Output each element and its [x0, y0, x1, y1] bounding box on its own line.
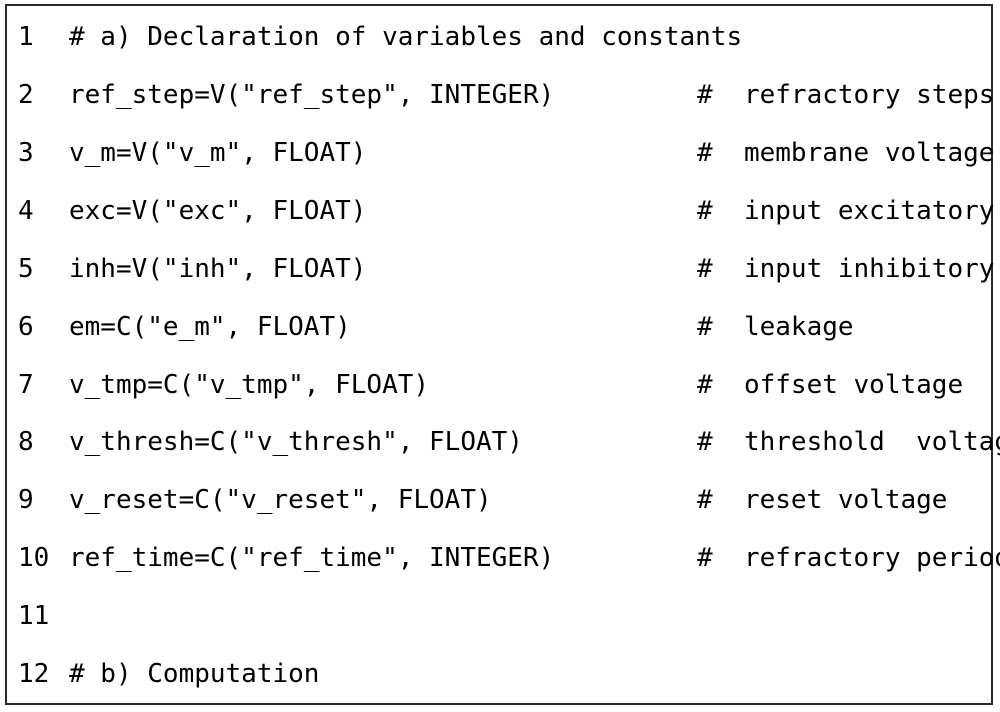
code-listing: 1 # a) Declaration of variables and const…	[7, 6, 1000, 703]
line-code: ref_time=C("ref_time", INTEGER)	[69, 543, 555, 574]
line-number: 12	[18, 659, 50, 690]
code-line: 11	[7, 587, 991, 645]
line-code: em=C("e_m", FLOAT)	[69, 311, 351, 342]
line-comment: # input excitatory	[697, 195, 995, 226]
code-line: 12 # b) Computation	[7, 645, 991, 703]
line-comment: # input inhibitory	[697, 253, 995, 284]
line-comment: # offset voltage	[697, 369, 964, 400]
code-line: 7 v_tmp=C("v_tmp", FLOAT) # offset voltage	[7, 356, 991, 414]
line-comment: # reset voltage	[697, 485, 948, 516]
line-number: 3	[18, 137, 34, 168]
line-comment: # threshold voltage	[697, 427, 1000, 458]
line-number: 1	[18, 22, 34, 52]
line-number: 4	[18, 195, 34, 226]
line-code: v_thresh=C("v_thresh", FLOAT)	[69, 427, 523, 458]
line-code: # a) Declaration of variables and consta…	[69, 22, 743, 52]
code-line: 8 v_thresh=C("v_thresh", FLOAT) # threshol…	[7, 413, 1000, 471]
line-code: # b) Computation	[69, 659, 320, 690]
line-code: inh=V("inh", FLOAT)	[69, 253, 367, 284]
code-line: 1 # a) Declaration of variables and const…	[7, 8, 991, 66]
line-code: v_tmp=C("v_tmp", FLOAT)	[69, 369, 430, 400]
line-comment: # refractory period	[697, 543, 1000, 574]
line-comment: # membrane voltage	[697, 137, 995, 168]
line-number: 2	[18, 79, 34, 110]
line-comment: # refractory steps	[697, 79, 995, 110]
line-number: 11	[18, 601, 50, 632]
line-number: 6	[18, 311, 34, 342]
line-number: 10	[18, 543, 50, 574]
line-code: v_m=V("v_m", FLOAT)	[69, 137, 367, 168]
line-number: 5	[18, 253, 34, 284]
code-line: 10 ref_time=C("ref_time", INTEGER) # refra…	[7, 529, 1000, 587]
code-line: 4 exc=V("exc", FLOAT) # input excitatory	[7, 182, 995, 240]
line-code: ref_step=V("ref_step", INTEGER)	[69, 79, 555, 110]
code-line: 6 em=C("e_m", FLOAT) # leakage	[7, 298, 991, 356]
code-listing-figure: 1 # a) Declaration of variables and const…	[5, 4, 1000, 705]
line-code: exc=V("exc", FLOAT)	[69, 195, 367, 226]
line-number: 7	[18, 369, 34, 400]
line-comment: # leakage	[697, 311, 854, 342]
line-number: 9	[18, 485, 34, 516]
line-code: v_reset=C("v_reset", FLOAT)	[69, 485, 492, 516]
code-line: 2 ref_step=V("ref_step", INTEGER) # refrac…	[7, 66, 995, 124]
code-line: 5 inh=V("inh", FLOAT) # input inhibitory	[7, 240, 995, 298]
line-number: 8	[18, 427, 34, 458]
code-line: 9 v_reset=C("v_reset", FLOAT) # reset volt…	[7, 471, 991, 529]
code-line: 3 v_m=V("v_m", FLOAT) # membrane voltage	[7, 124, 995, 182]
